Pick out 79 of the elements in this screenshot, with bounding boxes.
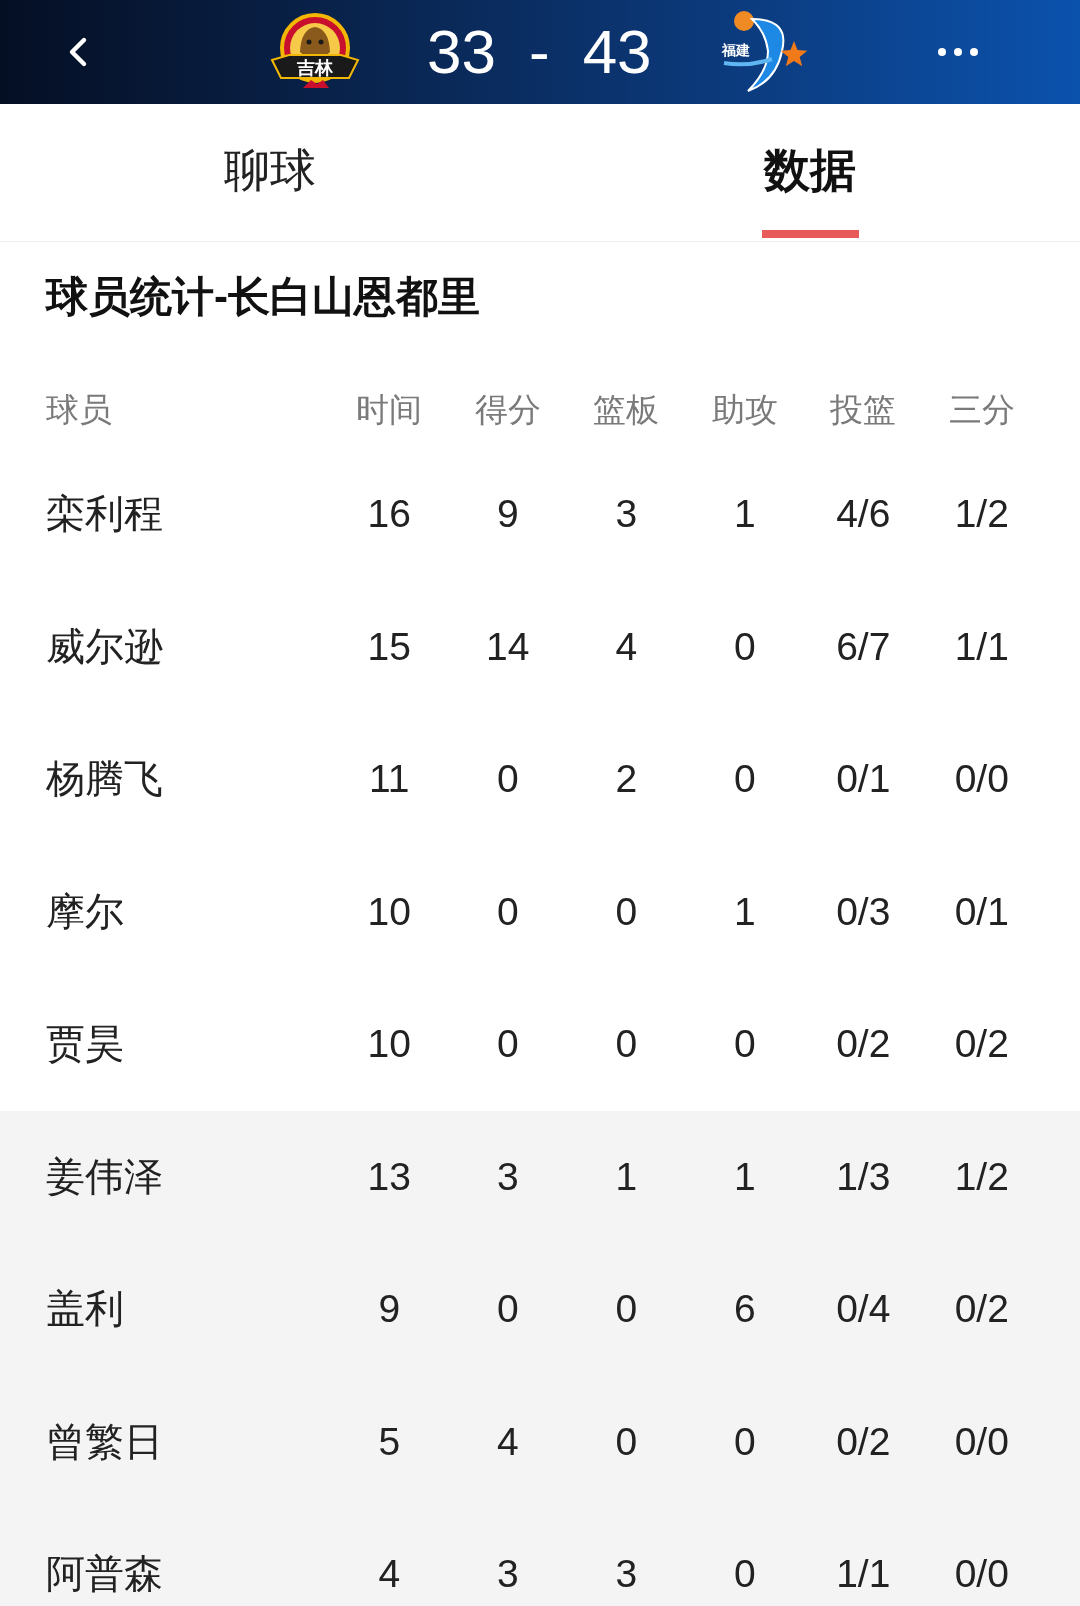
logo-text: 吉林	[297, 58, 333, 78]
stat-cell-text: 0	[614, 1418, 639, 1465]
stat-cell-text: 3	[495, 1153, 520, 1200]
stat-cell-text: 9	[377, 1286, 402, 1333]
stat-cell-text: 0/2	[835, 1418, 892, 1465]
stat-cell-text: 11	[368, 756, 411, 803]
column-header: 得分	[473, 390, 542, 431]
stat-cell-text: 3	[495, 1551, 520, 1598]
home-score: 33	[427, 17, 496, 87]
stat-cell-text: 0/2	[835, 1021, 892, 1068]
stat-cell-text: 0	[614, 1286, 639, 1333]
stat-cell-text: 3	[614, 1551, 639, 1598]
stat-cell-text: 0	[614, 888, 639, 935]
stat-cell-text: 2	[614, 756, 639, 803]
player-name: 栾利程	[46, 491, 164, 538]
stat-cell-text: 0	[614, 1021, 639, 1068]
stat-cell-text: 13	[366, 1153, 412, 1200]
section-title: 球员统计-长白山恩都里	[46, 273, 480, 321]
stat-cell-text: 0	[732, 1418, 757, 1465]
column-header: 时间	[355, 390, 424, 431]
stat-cell-text: 10	[366, 1021, 412, 1068]
column-header: 助攻	[710, 390, 779, 431]
stat-cell-text: 4/6	[835, 491, 892, 538]
stat-cell-text: 0/0	[953, 1551, 1010, 1598]
stat-cell-text: 0/0	[953, 756, 1010, 803]
stat-cell-text: 0	[732, 623, 757, 670]
stat-cell-text: 0	[495, 1286, 520, 1333]
stat-cell-text: 0	[732, 1021, 757, 1068]
tab[interactable]: 聊球	[221, 104, 319, 241]
stat-cell-text: 16	[366, 491, 412, 538]
stat-cell-text: 0	[495, 1021, 520, 1068]
stat-cell-text: 0	[495, 756, 520, 803]
player-name: 威尔逊	[46, 623, 164, 670]
stat-cell-text: 1/2	[953, 1153, 1010, 1200]
player-name: 阿普森	[46, 1551, 164, 1598]
stat-cell-text: 9	[495, 491, 520, 538]
away-score: 43	[582, 17, 652, 87]
logo-text: 福建	[721, 42, 750, 58]
stat-cell-text: 1/3	[835, 1153, 892, 1200]
column-header: 投篮	[829, 390, 898, 431]
stat-cell-text: 0/1	[835, 756, 892, 803]
column-header: 三分	[947, 390, 1016, 431]
stat-cell-text: 5	[377, 1418, 402, 1465]
column-header: 球员	[46, 390, 113, 431]
score-separator: -	[528, 17, 550, 87]
tab[interactable]: 数据	[761, 104, 859, 241]
stat-cell-text: 4	[377, 1551, 402, 1598]
stat-cell-text: 1	[614, 1153, 639, 1200]
stat-cell-text: 0/2	[953, 1021, 1010, 1068]
column-header: 篮板	[592, 390, 661, 431]
player-name: 摩尔	[46, 888, 125, 935]
stat-cell-text: 0/0	[953, 1418, 1010, 1465]
stat-cell-text: 0/3	[835, 888, 892, 935]
player-name: 盖利	[46, 1286, 125, 1333]
player-name: 杨腾飞	[46, 756, 164, 803]
player-name: 曾繁日	[46, 1418, 164, 1465]
stat-cell-text: 1/1	[953, 623, 1010, 670]
stat-cell-text: 0/4	[835, 1286, 892, 1333]
stat-cell-text: 10	[366, 888, 412, 935]
stat-cell-text: 1	[732, 491, 757, 538]
stat-cell-text: 14	[485, 623, 531, 670]
player-name: 贾昊	[46, 1021, 125, 1068]
stat-cell-text: 0	[495, 888, 520, 935]
stat-cell-text: 4	[495, 1418, 520, 1465]
stat-cell-text: 15	[366, 623, 412, 670]
stat-cell-text: 0/1	[953, 888, 1010, 935]
stat-cell-text: 6	[732, 1286, 757, 1333]
stat-cell-text: 1	[732, 888, 757, 935]
stat-cell-text: 1/2	[953, 491, 1010, 538]
stat-cell-text: 4	[614, 623, 639, 670]
stat-cell-text: 3	[614, 491, 639, 538]
stat-cell-text: 0/2	[953, 1286, 1010, 1333]
stat-cell-text: 0	[732, 756, 757, 803]
more-icon	[937, 48, 978, 56]
stat-cell-text: 6/7	[835, 623, 892, 670]
player-name: 姜伟泽	[46, 1153, 164, 1200]
stat-cell-text: 1/1	[835, 1551, 892, 1598]
stat-cell-text: 1	[732, 1153, 757, 1200]
stat-cell-text: 0	[732, 1551, 757, 1598]
